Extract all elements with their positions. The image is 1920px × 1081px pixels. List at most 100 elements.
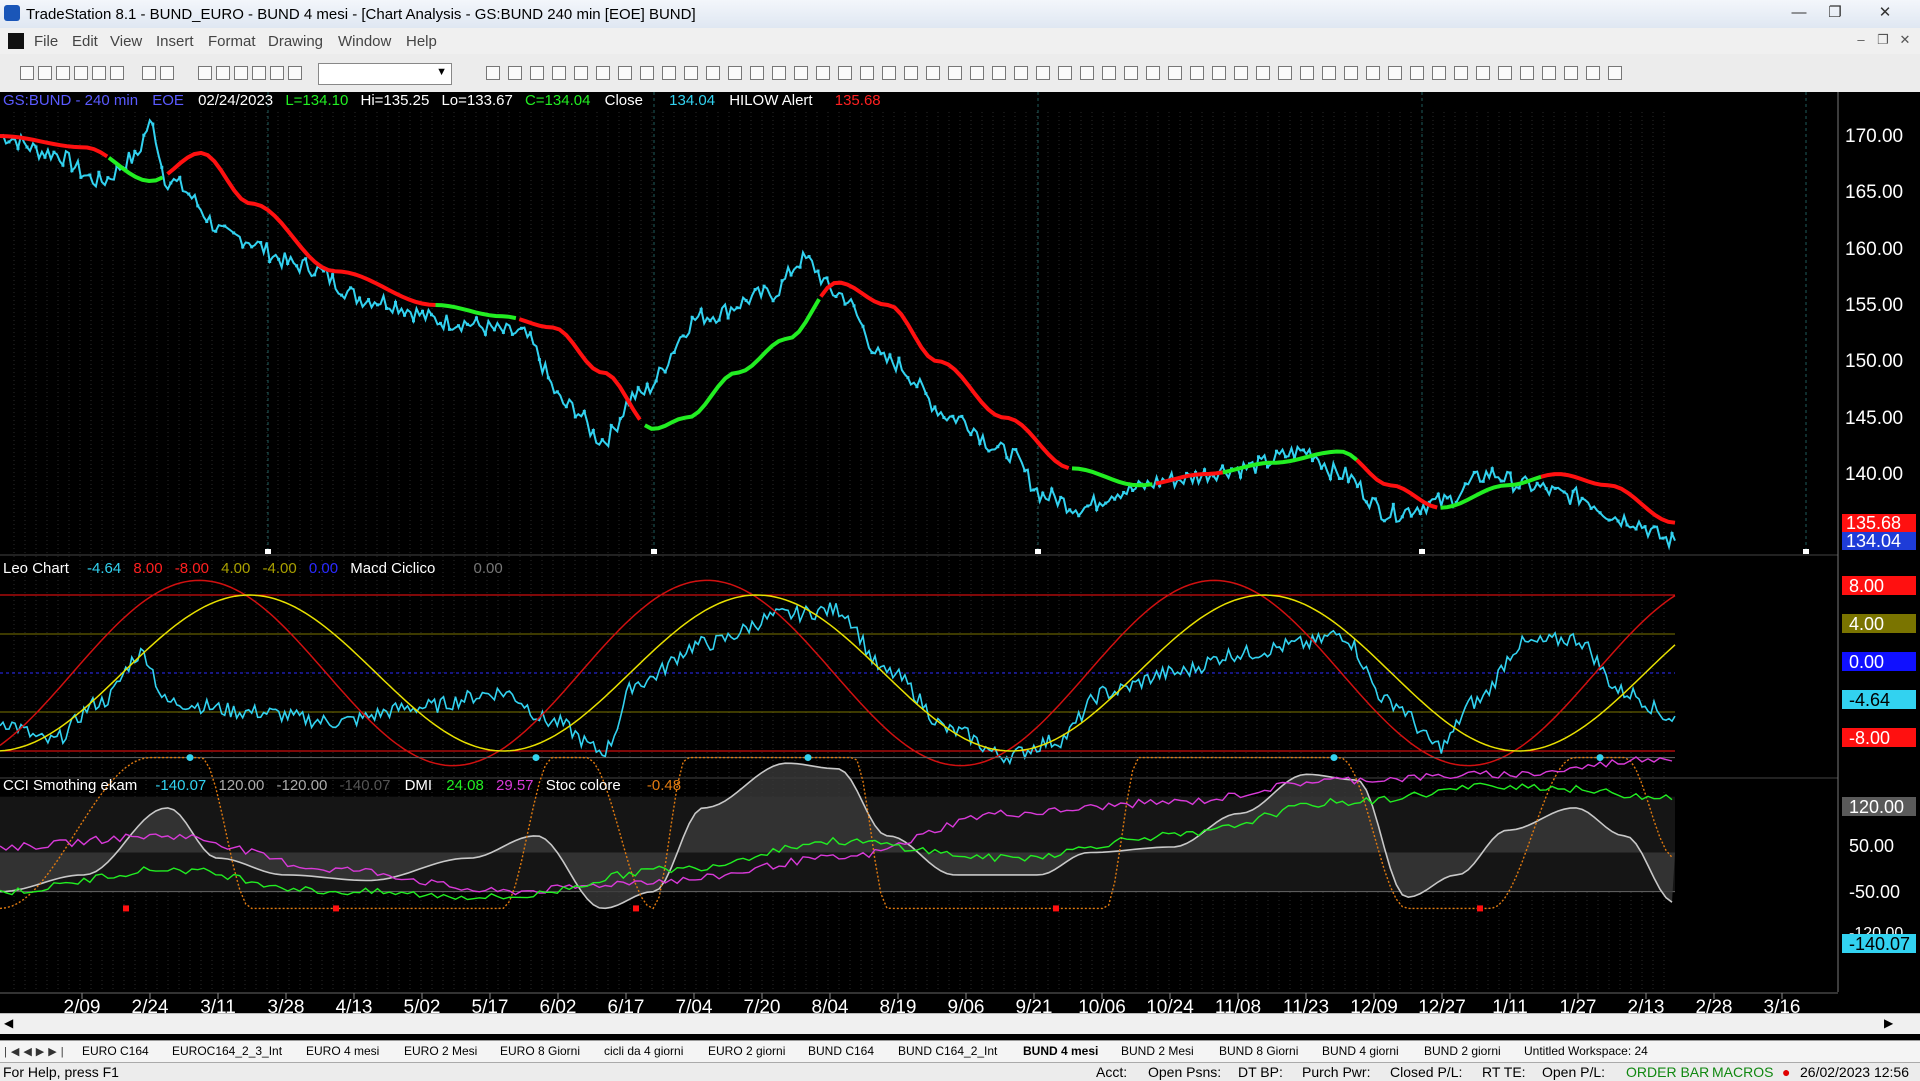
toolbar-tool-icon[interactable]: [74, 66, 88, 80]
tab-bund-8-giorni[interactable]: BUND 8 Giorni: [1219, 1044, 1298, 1058]
toolbar-tool-icon[interactable]: [1476, 66, 1490, 80]
toolbar-tool-icon[interactable]: [1300, 66, 1314, 80]
toolbar-tool-icon[interactable]: [1190, 66, 1204, 80]
status-macros[interactable]: MACROS: [1712, 1064, 1773, 1080]
toolbar-tool-icon[interactable]: [1102, 66, 1116, 80]
tab-euroc164-2-3-int[interactable]: EUROC164_2_3_Int: [172, 1044, 282, 1058]
toolbar-tool-icon[interactable]: [270, 66, 284, 80]
toolbar-tool-icon[interactable]: [1036, 66, 1050, 80]
toolbar-tool-icon[interactable]: [530, 66, 544, 80]
toolbar-tool-icon[interactable]: [926, 66, 940, 80]
toolbar-tool-icon[interactable]: [1014, 66, 1028, 80]
toolbar-tool-icon[interactable]: [1498, 66, 1512, 80]
symbol-selector[interactable]: ▼: [318, 63, 452, 85]
toolbar-tool-icon[interactable]: [198, 66, 212, 80]
toolbar-tool-icon[interactable]: [1366, 66, 1380, 80]
toolbar-tool-icon[interactable]: [252, 66, 266, 80]
toolbar-tool-icon[interactable]: [860, 66, 874, 80]
chart-window[interactable]: GS:BUND - 240 min EOE 02/24/2023 L=134.1…: [0, 92, 1920, 1043]
menu-view[interactable]: View: [110, 33, 142, 50]
toolbar-tool-icon[interactable]: [1278, 66, 1292, 80]
toolbar-tool-icon[interactable]: [1124, 66, 1138, 80]
toolbar-tool-icon[interactable]: [508, 66, 522, 80]
menu-drawing[interactable]: Drawing: [268, 33, 323, 50]
menu-edit[interactable]: Edit: [72, 33, 98, 50]
scroll-right-icon[interactable]: ▶: [1884, 1016, 1893, 1030]
toolbar-tool-icon[interactable]: [1344, 66, 1358, 80]
toolbar-tool-icon[interactable]: [948, 66, 962, 80]
toolbar-tool-icon[interactable]: [1564, 66, 1578, 80]
toolbar-tool-icon[interactable]: [1146, 66, 1160, 80]
document-icon[interactable]: [8, 33, 24, 49]
tab-bund-c164[interactable]: BUND C164: [808, 1044, 874, 1058]
toolbar-tool-icon[interactable]: [234, 66, 248, 80]
toolbar-tool-icon[interactable]: [1586, 66, 1600, 80]
tab-euro-4-mesi[interactable]: EURO 4 mesi: [306, 1044, 379, 1058]
toolbar-tool-icon[interactable]: [1322, 66, 1336, 80]
menu-format[interactable]: Format: [208, 33, 256, 50]
tab-bund-2-mesi[interactable]: BUND 2 Mesi: [1121, 1044, 1194, 1058]
toolbar-tool-icon[interactable]: [92, 66, 106, 80]
toolbar-tool-icon[interactable]: [1234, 66, 1248, 80]
toolbar-tool-icon[interactable]: [110, 66, 124, 80]
toolbar-tool-icon[interactable]: [904, 66, 918, 80]
toolbar-tool-icon[interactable]: [486, 66, 500, 80]
toolbar-tool-icon[interactable]: [882, 66, 896, 80]
menu-insert[interactable]: Insert: [156, 33, 194, 50]
toolbar-tool-icon[interactable]: [640, 66, 654, 80]
toolbar-tool-icon[interactable]: [1432, 66, 1446, 80]
close-icon[interactable]: ✕: [1870, 2, 1900, 24]
toolbar-tool-icon[interactable]: [1388, 66, 1402, 80]
toolbar-tool-icon[interactable]: [970, 66, 984, 80]
tab-navigation-icon[interactable]: |◀◀▶▶|: [4, 1045, 68, 1058]
tab-euro-2-mesi[interactable]: EURO 2 Mesi: [404, 1044, 477, 1058]
tab-cicli-da-4-giorni[interactable]: cicli da 4 giorni: [604, 1044, 683, 1058]
minimize-icon[interactable]: —: [1784, 2, 1814, 24]
chevron-down-icon[interactable]: ▼: [436, 66, 447, 78]
toolbar-tool-icon[interactable]: [662, 66, 676, 80]
toolbar-tool-icon[interactable]: [288, 66, 302, 80]
mdi-minimize-icon[interactable]: –: [1850, 32, 1872, 50]
toolbar-tool-icon[interactable]: [706, 66, 720, 80]
toolbar-tool-icon[interactable]: [1608, 66, 1622, 80]
tab-bund-4-giorni[interactable]: BUND 4 giorni: [1322, 1044, 1399, 1058]
toolbar-tool-icon[interactable]: [618, 66, 632, 80]
tab-untitled-workspace[interactable]: Untitled Workspace: 24: [1524, 1044, 1648, 1058]
toolbar-tool-icon[interactable]: [1542, 66, 1556, 80]
toolbar-tool-icon[interactable]: [160, 66, 174, 80]
restore-icon[interactable]: ❐: [1820, 2, 1850, 24]
status-order-bar[interactable]: ORDER BAR: [1626, 1064, 1709, 1080]
toolbar-tool-icon[interactable]: [142, 66, 156, 80]
toolbar-tool-icon[interactable]: [728, 66, 742, 80]
tab-bund-2-giorni[interactable]: BUND 2 giorni: [1424, 1044, 1501, 1058]
toolbar-tool-icon[interactable]: [20, 66, 34, 80]
tab-bund-4-mesi[interactable]: BUND 4 mesi: [1023, 1044, 1098, 1058]
mdi-close-icon[interactable]: ✕: [1894, 32, 1916, 50]
tab-euro-2-giorni[interactable]: EURO 2 giorni: [708, 1044, 785, 1058]
toolbar-tool-icon[interactable]: [816, 66, 830, 80]
horizontal-scrollbar[interactable]: ◀ ▶: [0, 1013, 1920, 1034]
toolbar-tool-icon[interactable]: [596, 66, 610, 80]
toolbar-tool-icon[interactable]: [794, 66, 808, 80]
toolbar-tool-icon[interactable]: [772, 66, 786, 80]
menu-window[interactable]: Window: [338, 33, 391, 50]
chart-canvas[interactable]: GS:BUND - 240 min EOE 02/24/2023 L=134.1…: [0, 92, 1920, 1018]
toolbar-tool-icon[interactable]: [1256, 66, 1270, 80]
mdi-restore-icon[interactable]: ❐: [1872, 32, 1894, 50]
menu-help[interactable]: Help: [406, 33, 437, 50]
scroll-left-icon[interactable]: ◀: [4, 1016, 13, 1030]
toolbar-tool-icon[interactable]: [216, 66, 230, 80]
tab-euro-c164[interactable]: EURO C164: [82, 1044, 149, 1058]
tab-bund-c164-2-int[interactable]: BUND C164_2_Int: [898, 1044, 997, 1058]
toolbar-tool-icon[interactable]: [992, 66, 1006, 80]
toolbar-tool-icon[interactable]: [1080, 66, 1094, 80]
toolbar-tool-icon[interactable]: [750, 66, 764, 80]
toolbar-tool-icon[interactable]: [56, 66, 70, 80]
toolbar-tool-icon[interactable]: [684, 66, 698, 80]
toolbar-tool-icon[interactable]: [1168, 66, 1182, 80]
toolbar-tool-icon[interactable]: [1212, 66, 1226, 80]
toolbar-tool-icon[interactable]: [1058, 66, 1072, 80]
menu-file[interactable]: File: [34, 33, 58, 50]
toolbar-tool-icon[interactable]: [1454, 66, 1468, 80]
toolbar-tool-icon[interactable]: [574, 66, 588, 80]
